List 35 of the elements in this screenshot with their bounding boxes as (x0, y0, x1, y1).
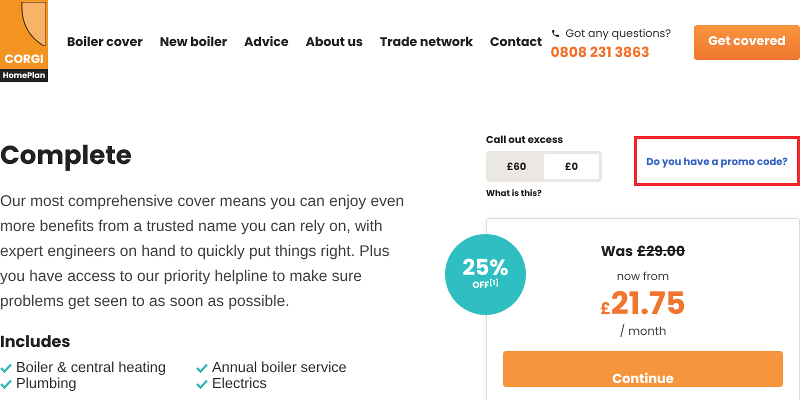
shield-icon (20, 2, 46, 46)
price-period: / month (620, 324, 666, 342)
was-label: Was (600, 240, 633, 262)
currency-symbol: £ (600, 296, 611, 322)
check-icon (0, 363, 12, 373)
nav-link[interactable]: Contact (490, 34, 542, 53)
include-item: Plumbing (16, 376, 76, 392)
contact-question: Got any questions? (566, 25, 671, 42)
what-is-this-link[interactable]: What is this? (486, 187, 602, 200)
logo-text: CORGI (3, 53, 45, 67)
excess-label: Call out excess (486, 132, 564, 147)
nav-link[interactable]: Boiler cover (67, 34, 143, 53)
include-item: Boiler & central heating (16, 360, 166, 376)
logo[interactable]: CORGI HomePlan (0, 0, 48, 82)
excess-option[interactable]: £0 (544, 154, 599, 179)
check-icon (196, 363, 208, 373)
include-item: Electrics (212, 376, 267, 392)
logo-subtext: HomePlan (0, 69, 48, 82)
check-icon (0, 379, 12, 389)
includes-heading: Includes (0, 330, 72, 354)
price-amount: 21.75 (610, 284, 686, 322)
discount-text: OFF$^{[1]}$ (472, 280, 499, 292)
include-item: Annual boiler service (212, 360, 347, 376)
nav-link[interactable]: Advice (244, 34, 289, 53)
promo-code-link[interactable]: Do you have a promo code? (646, 154, 788, 168)
nav-link[interactable]: New boiler (160, 34, 228, 53)
nav-link[interactable]: About us (306, 34, 363, 53)
product-title: Complete (0, 138, 133, 174)
product-description: Our most comprehensive cover means you can enjoy even more benefits from a trusted name you can rely on, with expert engineers on hand to quickly put things right. Plus you have access to our priority helpline to make sure problems get seen to as soon as possible. (0, 192, 405, 312)
now-from-text: now from (616, 268, 670, 284)
check-icon (196, 379, 208, 389)
nav-link[interactable]: Trade network (380, 34, 473, 53)
excess-option[interactable]: £60 (489, 154, 544, 179)
phone-icon (550, 28, 560, 38)
old-price: £29.00 (636, 240, 686, 262)
